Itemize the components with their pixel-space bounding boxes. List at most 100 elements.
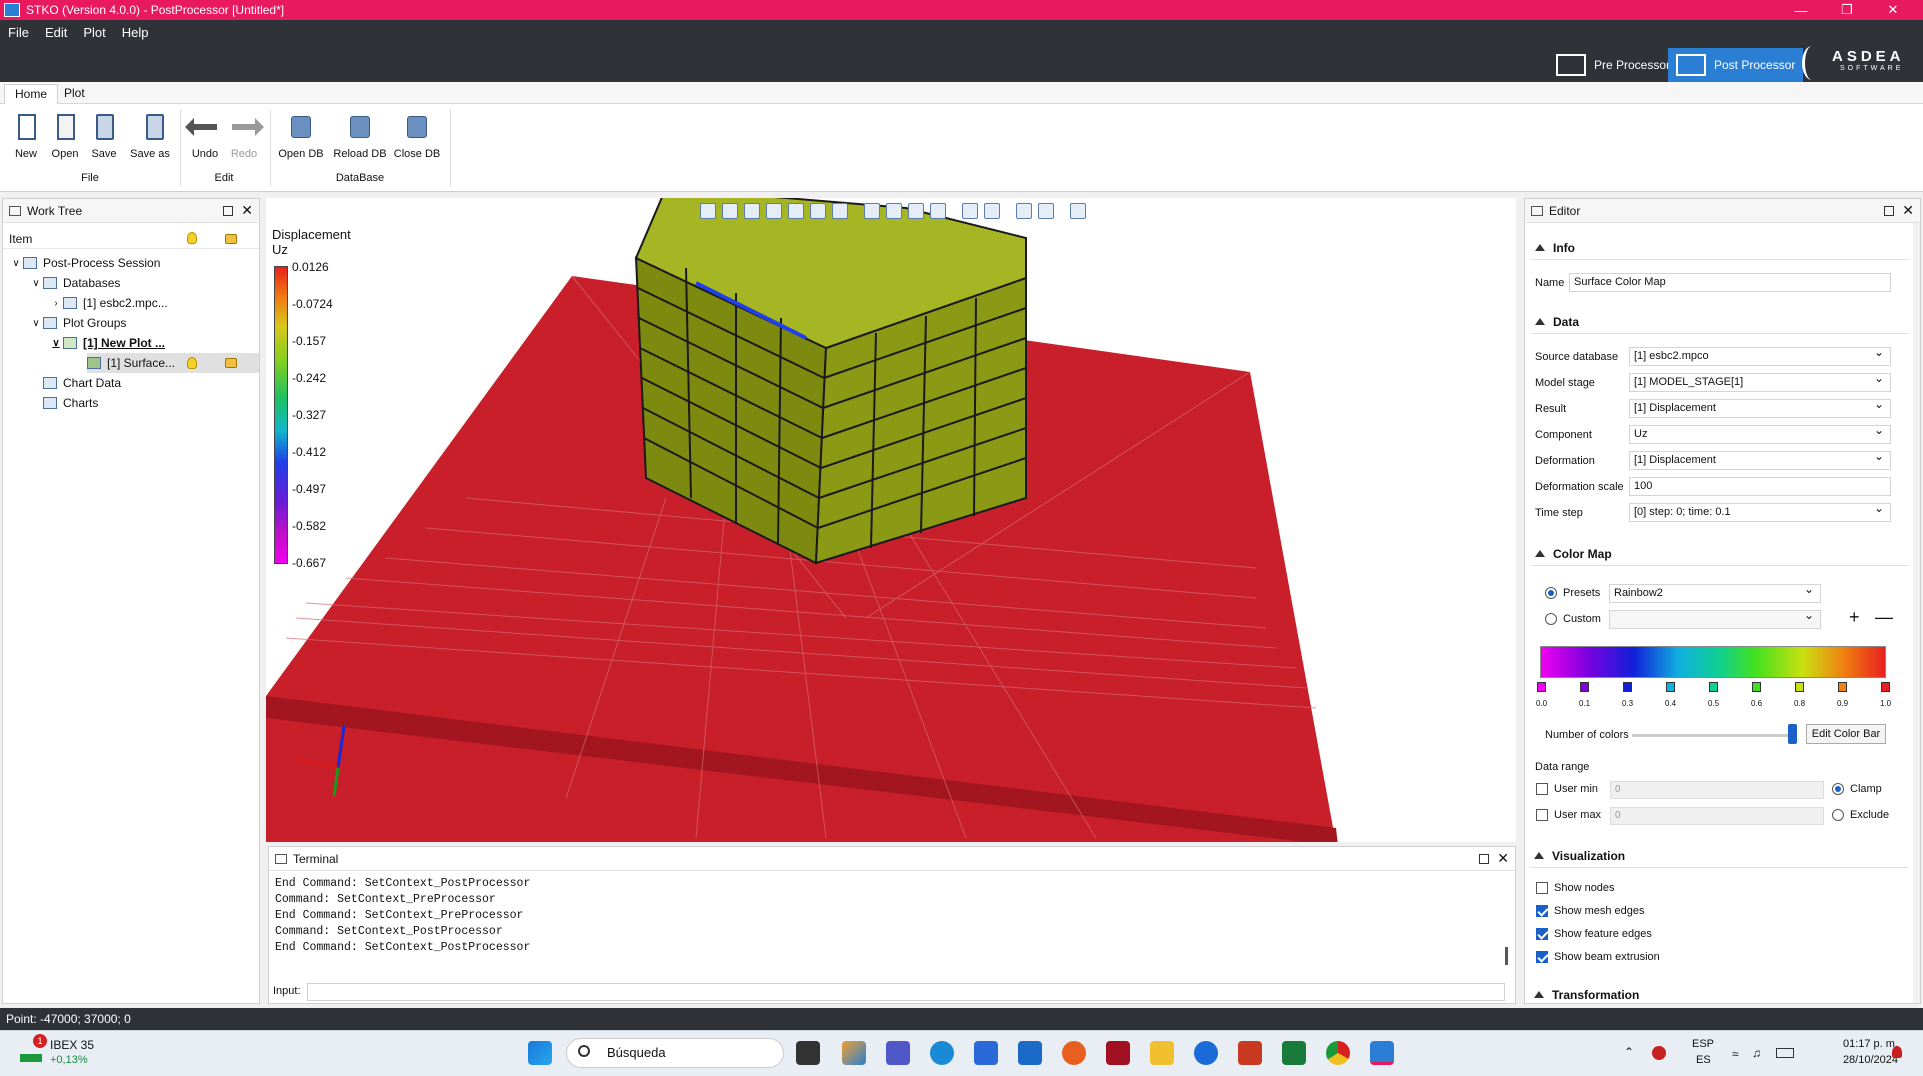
powerpoint-icon[interactable] bbox=[1238, 1041, 1262, 1065]
view-left-icon[interactable] bbox=[766, 203, 782, 219]
menu-help[interactable]: Help bbox=[114, 23, 157, 43]
close-panel-icon[interactable]: ✕ bbox=[1497, 850, 1509, 867]
close-db-button[interactable]: Close DB bbox=[392, 112, 442, 160]
custom-radio[interactable] bbox=[1545, 613, 1557, 625]
volume-icon[interactable]: ♫ bbox=[1752, 1046, 1761, 1060]
user-max-input[interactable]: 0 bbox=[1610, 807, 1824, 825]
user-min-checkbox[interactable] bbox=[1536, 783, 1548, 795]
tree-item-plot-groups[interactable]: ∨ Plot Groups bbox=[29, 313, 126, 333]
color-stop[interactable] bbox=[1709, 682, 1718, 692]
tree-item-chart-data[interactable]: Chart Data bbox=[43, 373, 121, 393]
presets-select[interactable]: Rainbow2 bbox=[1609, 581, 1821, 603]
component-select[interactable]: Uz bbox=[1629, 422, 1891, 444]
mail-icon[interactable] bbox=[1018, 1041, 1042, 1065]
firefox-icon[interactable] bbox=[1062, 1041, 1086, 1065]
windows-start-icon[interactable] bbox=[528, 1041, 552, 1065]
color-stop[interactable] bbox=[1795, 682, 1804, 692]
save-as-button[interactable]: Save as bbox=[126, 112, 174, 160]
tree-item-database-esbc2[interactable]: › [1] esbc2.mpc... bbox=[49, 293, 167, 313]
antivirus-icon[interactable] bbox=[1652, 1046, 1666, 1060]
edit-color-bar-button[interactable]: Edit Color Bar bbox=[1806, 724, 1886, 744]
redo-button[interactable]: Redo bbox=[220, 112, 268, 160]
tab-home[interactable]: Home bbox=[4, 84, 59, 104]
stko-taskbar-icon[interactable] bbox=[1370, 1041, 1394, 1065]
result-select[interactable]: [1] Displacement bbox=[1629, 396, 1891, 418]
restore-button[interactable]: ❐ bbox=[1824, 0, 1870, 20]
file-explorer-icon[interactable] bbox=[1150, 1041, 1174, 1065]
view-front-icon[interactable] bbox=[722, 203, 738, 219]
view-iso-icon[interactable] bbox=[700, 203, 716, 219]
store-icon[interactable] bbox=[974, 1041, 998, 1065]
color-stop[interactable] bbox=[1838, 682, 1847, 692]
show-icon[interactable] bbox=[886, 203, 902, 219]
perspective-icon[interactable] bbox=[962, 203, 978, 219]
section-data[interactable]: Data bbox=[1535, 315, 1579, 329]
notification-bell-icon[interactable] bbox=[1892, 1046, 1902, 1058]
minimize-button[interactable]: — bbox=[1778, 0, 1824, 20]
show-mesh-edges-option[interactable]: Show mesh edges bbox=[1536, 905, 1645, 917]
show-feature-edges-checkbox[interactable] bbox=[1536, 928, 1548, 940]
color-stop[interactable] bbox=[1537, 682, 1546, 692]
chevron-up-icon[interactable]: ⌃ bbox=[1624, 1045, 1634, 1059]
time-step-select[interactable]: [0] step: 0; time: 0.1 bbox=[1629, 500, 1891, 522]
battery-icon[interactable] bbox=[1776, 1048, 1794, 1058]
visibility-bulb-icon[interactable] bbox=[187, 357, 197, 369]
menu-file[interactable]: File bbox=[0, 23, 37, 43]
tab-plot[interactable]: Plot bbox=[54, 84, 95, 104]
editor-scrollbar[interactable] bbox=[1913, 223, 1920, 1003]
custom-option[interactable]: Custom bbox=[1545, 613, 1601, 625]
float-panel-icon[interactable] bbox=[1884, 205, 1894, 216]
stock-name[interactable]: IBEX 35 bbox=[50, 1038, 94, 1052]
reload-db-button[interactable]: Reload DB bbox=[332, 112, 388, 160]
user-min-option[interactable]: User min bbox=[1536, 783, 1598, 795]
section-visualization[interactable]: Visualization bbox=[1534, 849, 1625, 863]
color-stop[interactable] bbox=[1752, 682, 1761, 692]
remove-stop-icon[interactable]: — bbox=[1875, 607, 1893, 628]
section-transformation[interactable]: Transformation bbox=[1534, 988, 1639, 1002]
terminal-scrollbar[interactable] bbox=[1505, 947, 1508, 965]
excel-icon[interactable] bbox=[1282, 1041, 1306, 1065]
view-bottom-icon[interactable] bbox=[832, 203, 848, 219]
close-panel-icon[interactable]: ✕ bbox=[241, 202, 253, 219]
color-stop[interactable] bbox=[1666, 682, 1675, 692]
zoom-icon[interactable] bbox=[1038, 203, 1054, 219]
source-database-select[interactable]: [1] esbc2.mpco bbox=[1629, 344, 1891, 366]
pre-processor-button[interactable]: Pre Processor bbox=[1548, 48, 1678, 82]
color-stop[interactable] bbox=[1623, 682, 1632, 692]
edge-icon[interactable] bbox=[930, 1041, 954, 1065]
command-input[interactable] bbox=[307, 983, 1505, 1001]
number-of-colors-slider[interactable] bbox=[1632, 734, 1796, 737]
chevron-down-icon[interactable]: ∨ bbox=[49, 338, 63, 349]
show-nodes-option[interactable]: Show nodes bbox=[1536, 882, 1615, 894]
tree-item-surface[interactable]: [1] Surface... bbox=[87, 353, 259, 373]
show-beam-extrusion-checkbox[interactable] bbox=[1536, 951, 1548, 963]
tree-item-charts[interactable]: Charts bbox=[43, 393, 98, 413]
language-code[interactable]: ESP bbox=[1692, 1038, 1714, 1050]
section-color-map[interactable]: Color Map bbox=[1535, 547, 1612, 561]
chrome-icon[interactable] bbox=[1326, 1041, 1350, 1065]
chevron-down-icon[interactable]: ∨ bbox=[29, 278, 43, 289]
view-right-icon[interactable] bbox=[788, 203, 804, 219]
colormap-preview[interactable] bbox=[1540, 646, 1886, 678]
user-min-input[interactable]: 0 bbox=[1610, 781, 1824, 799]
tree-item-session[interactable]: ∨ Post-Process Session bbox=[9, 253, 160, 273]
add-stop-icon[interactable]: + bbox=[1849, 607, 1860, 628]
task-view-icon[interactable] bbox=[796, 1041, 820, 1065]
chevron-right-icon[interactable]: › bbox=[49, 298, 63, 309]
post-processor-button[interactable]: Post Processor bbox=[1668, 48, 1804, 82]
float-panel-icon[interactable] bbox=[223, 205, 233, 216]
chevron-down-icon[interactable]: ∨ bbox=[29, 318, 43, 329]
float-panel-icon[interactable] bbox=[1479, 853, 1489, 864]
section-info[interactable]: Info bbox=[1535, 241, 1575, 255]
close-panel-icon[interactable]: ✕ bbox=[1902, 202, 1914, 219]
3d-viewport[interactable] bbox=[266, 198, 1516, 842]
app-icon[interactable] bbox=[1106, 1041, 1130, 1065]
slider-handle[interactable] bbox=[1788, 724, 1797, 744]
exclude-radio[interactable] bbox=[1832, 809, 1844, 821]
parallel-icon[interactable] bbox=[984, 203, 1000, 219]
show-mesh-edges-checkbox[interactable] bbox=[1536, 905, 1548, 917]
tree-item-databases[interactable]: ∨ Databases bbox=[29, 273, 120, 293]
clamp-option[interactable]: Clamp bbox=[1832, 783, 1882, 795]
model-stage-select[interactable]: [1] MODEL_STAGE[1] bbox=[1629, 370, 1891, 392]
taskbar-search[interactable]: Búsqueda bbox=[566, 1038, 784, 1068]
